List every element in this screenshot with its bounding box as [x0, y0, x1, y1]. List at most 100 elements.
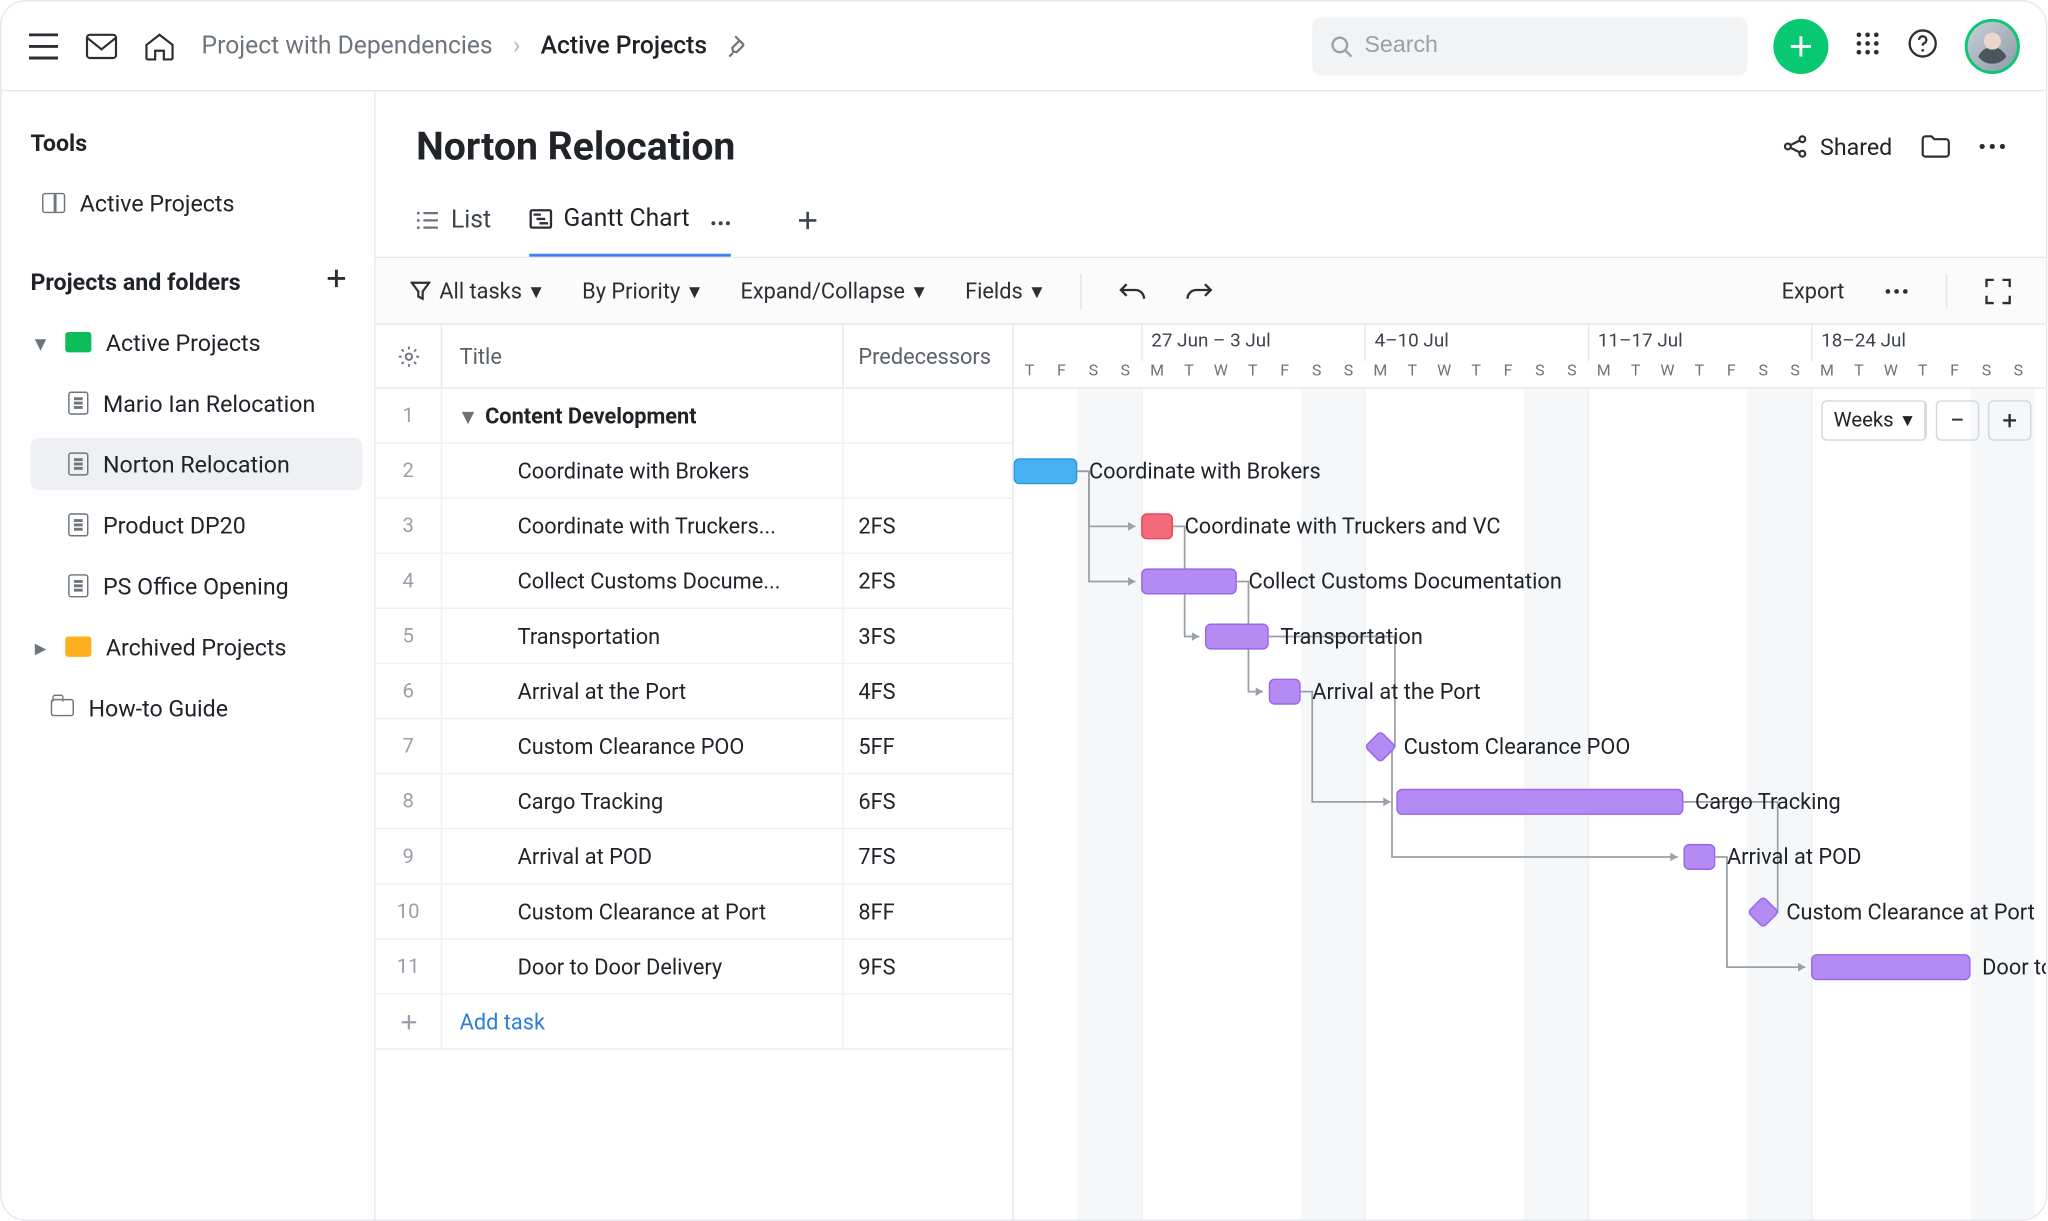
table-row[interactable]: 7Custom Clearance POO5FF	[376, 719, 1013, 774]
zoom-select[interactable]: Weeks ▾	[1822, 402, 1926, 440]
row-title: ▾Content Development	[442, 389, 844, 443]
add-task-row[interactable]: Add task	[376, 995, 1013, 1050]
row-title: Collect Customs Docume...	[442, 554, 844, 608]
table-row[interactable]: 2Coordinate with Brokers	[376, 444, 1013, 499]
day-header: S	[1747, 361, 1779, 387]
gantt-bar[interactable]	[1014, 458, 1078, 484]
search-field[interactable]	[1364, 33, 1729, 59]
sidebar-tool-active-projects[interactable]: Active Projects	[30, 177, 362, 229]
expand-collapse[interactable]: Expand/Collapse ▾	[732, 272, 933, 310]
filter-tasks[interactable]: All tasks ▾	[402, 272, 551, 310]
sidebar-folder-archived[interactable]: ▸ Archived Projects	[30, 621, 362, 673]
gantt-bar[interactable]	[1396, 789, 1683, 815]
row-pred: 6FS	[844, 774, 1012, 828]
gantt-bar[interactable]	[1141, 513, 1173, 539]
row-num: 10	[376, 885, 443, 939]
row-title: Arrival at the Port	[442, 664, 844, 718]
gantt-row: Arrival at POD	[1014, 829, 2046, 884]
gantt-row: Transportation	[1014, 609, 2046, 664]
tab-list[interactable]: List	[416, 191, 491, 255]
apps-icon[interactable]	[1855, 30, 1881, 62]
tab-gantt[interactable]: Gantt Chart	[529, 190, 731, 257]
gantt-bar[interactable]	[1811, 954, 1971, 980]
gantt-row: Coordinate with Truckers and VC	[1014, 499, 2046, 554]
day-header: T	[1173, 361, 1205, 387]
gantt-bar[interactable]	[1269, 679, 1301, 705]
gantt-row: Custom Clearance POO	[1014, 719, 2046, 774]
day-header: S	[1333, 361, 1365, 387]
help-icon[interactable]	[1907, 27, 1939, 65]
sidebar-item-ps[interactable]: PS Office Opening	[30, 560, 362, 612]
inbox-icon[interactable]	[86, 33, 118, 59]
day-header: F	[1045, 361, 1077, 387]
row-title: Transportation	[442, 609, 844, 663]
breadcrumb-current[interactable]: Active Projects	[541, 31, 707, 60]
breadcrumb: Project with Dependencies › Active Proje…	[202, 31, 751, 60]
redo-button[interactable]	[1177, 275, 1221, 307]
export-button[interactable]: Export	[1773, 272, 1853, 310]
table-row[interactable]: 6Arrival at the Port4FS	[376, 664, 1013, 719]
table-row[interactable]: 10Custom Clearance at Port8FF	[376, 885, 1013, 940]
gantt-bar[interactable]	[1205, 624, 1269, 650]
row-pred: 9FS	[844, 940, 1012, 994]
table-row[interactable]: 11Door to Door Delivery9FS	[376, 940, 1013, 995]
table-row[interactable]: 8Cargo Tracking6FS	[376, 774, 1013, 829]
gantt-milestone[interactable]	[1747, 896, 1780, 929]
sort-select[interactable]: By Priority ▾	[573, 272, 708, 310]
sidebar-folder-active[interactable]: ▾ Active Projects	[30, 316, 362, 368]
sidebar-item-dp20[interactable]: Product DP20	[30, 499, 362, 551]
gantt-label: Transportation	[1280, 624, 1422, 650]
undo-button[interactable]	[1110, 275, 1154, 307]
row-num: 9	[376, 829, 443, 883]
week-header	[1014, 325, 1142, 361]
zoom-in-button[interactable]: +	[1988, 400, 2032, 441]
day-header: W	[1428, 361, 1460, 387]
toolbar-more-icon[interactable]	[1876, 282, 1917, 299]
col-predecessors[interactable]: Predecessors	[844, 325, 1012, 387]
pin-icon[interactable]	[727, 34, 750, 57]
fullscreen-icon[interactable]	[1976, 272, 2020, 310]
add-button[interactable]	[1773, 18, 1828, 73]
sidebar-item-norton[interactable]: Norton Relocation	[30, 438, 362, 490]
day-header: T	[1683, 361, 1715, 387]
row-title: Coordinate with Brokers	[442, 444, 844, 498]
gantt-bar[interactable]	[1683, 844, 1715, 870]
breadcrumb-parent[interactable]: Project with Dependencies	[202, 31, 493, 60]
sidebar-folder-howto[interactable]: How-to Guide	[30, 682, 362, 734]
search-icon	[1330, 34, 1353, 57]
sidebar: Tools Active Projects Projects and folde…	[1, 91, 375, 1219]
add-folder-icon[interactable]	[325, 267, 348, 296]
gantt-bar[interactable]	[1141, 568, 1237, 594]
table-row[interactable]: 9Arrival at POD7FS	[376, 829, 1013, 884]
avatar[interactable]	[1965, 18, 2020, 73]
sidebar-item-mario[interactable]: Mario Ian Relocation	[30, 377, 362, 429]
home-icon[interactable]	[144, 31, 176, 60]
gantt-milestone[interactable]	[1364, 730, 1397, 763]
zoom-out-button[interactable]: −	[1936, 400, 1980, 441]
tab-more-icon[interactable]	[710, 204, 730, 233]
label: Norton Relocation	[103, 450, 290, 478]
gantt-label: Custom Clearance POO	[1404, 734, 1631, 760]
chevron-down-icon: ▾	[689, 278, 700, 304]
gantt-label: Arrival at the Port	[1312, 679, 1480, 705]
tools-heading: Tools	[30, 129, 362, 157]
label: Product DP20	[103, 511, 246, 539]
add-tab-button[interactable]	[797, 196, 817, 251]
folder-action-icon[interactable]	[1921, 135, 1950, 158]
search-input[interactable]	[1312, 17, 1747, 75]
col-title[interactable]: Title	[442, 325, 844, 387]
more-icon[interactable]	[1979, 144, 2005, 150]
label: Expand/Collapse	[740, 278, 904, 304]
table-row[interactable]: 1▾Content Development	[376, 389, 1013, 444]
fields-select[interactable]: Fields ▾	[956, 272, 1051, 310]
table-row[interactable]: 3Coordinate with Truckers...2FS	[376, 499, 1013, 554]
gantt-row: Cargo Tracking	[1014, 774, 2046, 829]
table-row[interactable]: 5Transportation3FS	[376, 609, 1013, 664]
chevron-down-icon[interactable]: ▾	[463, 402, 474, 428]
table-settings-icon[interactable]	[376, 325, 443, 387]
shared-button[interactable]: Shared	[1782, 133, 1892, 161]
table-row[interactable]: 4Collect Customs Docume...2FS	[376, 554, 1013, 609]
doc-icon	[68, 452, 88, 475]
day-header: M	[1811, 361, 1843, 387]
menu-icon[interactable]	[28, 33, 60, 59]
